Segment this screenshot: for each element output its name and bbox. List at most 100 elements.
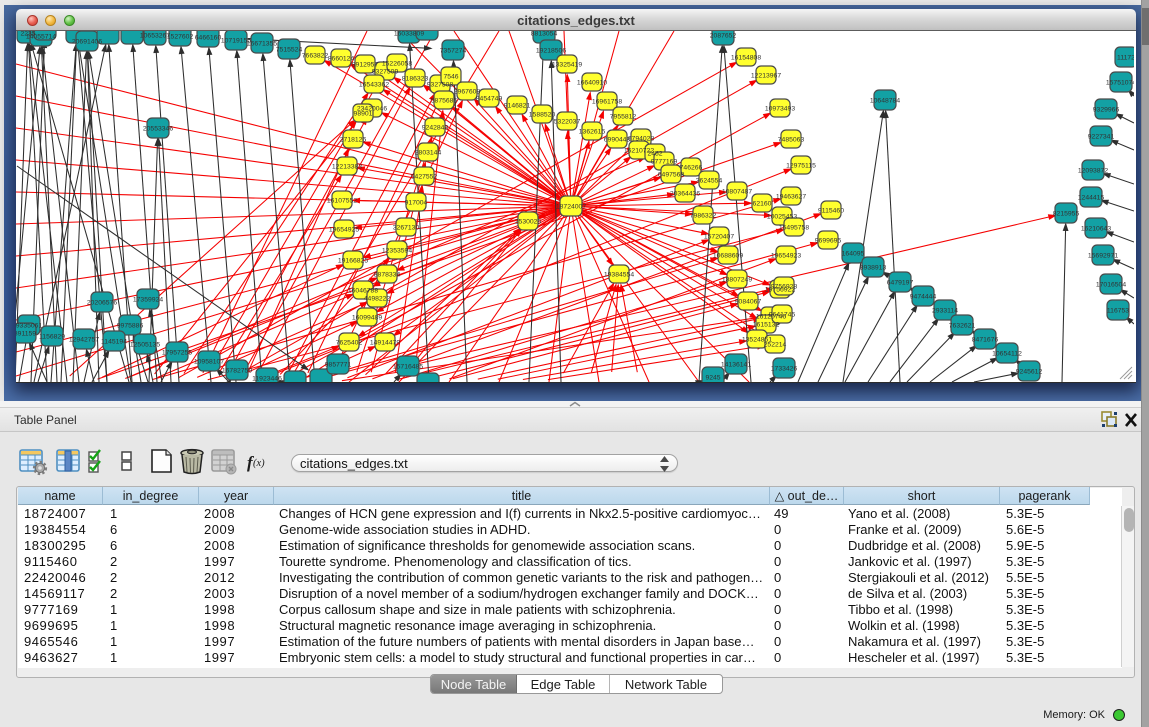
- svg-text:1588520: 1588520: [529, 112, 556, 119]
- svg-text:9115460: 9115460: [818, 208, 844, 215]
- svg-text:(x): (x): [253, 458, 265, 469]
- svg-text:14914479: 14914479: [370, 340, 400, 347]
- svg-text:17957255: 17957255: [162, 350, 192, 357]
- svg-text:14136141: 14136141: [721, 362, 751, 369]
- svg-text:9242848: 9242848: [422, 125, 449, 132]
- svg-text:12093872: 12093872: [1078, 168, 1108, 175]
- svg-text:8186323: 8186323: [402, 76, 429, 83]
- svg-text:9327508: 9327508: [427, 82, 454, 89]
- svg-text:2452: 2452: [647, 151, 662, 158]
- svg-text:8938913: 8938913: [860, 265, 887, 272]
- svg-text:1362615: 1362615: [579, 129, 606, 136]
- svg-text:16046788: 16046788: [348, 288, 378, 295]
- svg-text:16107552: 16107552: [327, 198, 357, 205]
- svg-text:6497568: 6497568: [658, 172, 685, 179]
- svg-text:13325419: 13325419: [552, 62, 582, 69]
- svg-text:1527602: 1527602: [167, 34, 194, 41]
- svg-text:9857771: 9857771: [325, 362, 352, 369]
- svg-text:11923446: 11923446: [252, 376, 282, 383]
- svg-text:10025453: 10025453: [767, 214, 797, 221]
- svg-text:1244415: 1244415: [1078, 195, 1105, 202]
- svg-text:4498222: 4498222: [364, 296, 391, 303]
- svg-text:3624554: 3624554: [696, 178, 723, 185]
- svg-text:62160: 62160: [753, 201, 772, 208]
- svg-text:8813054: 8813054: [531, 31, 558, 38]
- svg-text:16640910: 16640910: [577, 80, 607, 87]
- svg-text:9975886: 9975886: [117, 323, 144, 330]
- svg-text:1145194: 1145194: [101, 339, 127, 346]
- svg-text:9335061: 9335061: [16, 323, 42, 330]
- svg-text:17359924: 17359924: [133, 297, 163, 304]
- svg-text:8660124: 8660124: [328, 56, 355, 63]
- svg-text:12505135: 12505135: [130, 342, 160, 349]
- svg-text:7986322: 7986322: [690, 213, 717, 220]
- svg-text:16033809: 16033809: [394, 31, 424, 38]
- svg-text:20364436: 20364436: [670, 191, 700, 198]
- svg-text:9474444: 9474444: [910, 294, 937, 301]
- svg-text:6466160: 6466160: [195, 35, 222, 42]
- svg-text:116753: 116753: [1107, 308, 1129, 315]
- svg-text:9777169: 9777169: [651, 159, 678, 166]
- svg-text:20553346: 20553346: [143, 126, 173, 133]
- svg-text:14055714: 14055714: [26, 34, 56, 41]
- svg-text:7357274: 7357274: [440, 48, 467, 55]
- svg-text:20206576: 20206576: [87, 300, 117, 307]
- svg-text:746266: 746266: [680, 165, 703, 172]
- svg-text:9699695: 9699695: [815, 238, 842, 245]
- svg-text:12353594: 12353594: [382, 248, 412, 255]
- svg-text:16543362: 16543362: [359, 82, 389, 89]
- svg-text:2803144: 2803144: [415, 150, 442, 157]
- svg-text:391159: 391159: [16, 331, 36, 338]
- svg-text:7485063: 7485063: [778, 137, 805, 144]
- svg-text:19654925: 19654925: [329, 227, 359, 234]
- svg-text:2718126: 2718126: [340, 137, 367, 144]
- svg-text:16210643: 16210643: [1081, 226, 1111, 233]
- svg-text:12213383: 12213383: [332, 164, 362, 171]
- svg-text:9146821: 9146821: [504, 103, 531, 110]
- svg-text:164095: 164095: [842, 251, 865, 258]
- svg-text:12213967: 12213967: [751, 73, 781, 80]
- svg-text:12975115: 12975115: [786, 163, 816, 170]
- svg-text:7955812: 7955812: [610, 114, 637, 121]
- svg-text:8471676: 8471676: [972, 337, 999, 344]
- svg-text:18724007: 18724007: [556, 204, 586, 211]
- svg-text:2087652: 2087652: [710, 33, 737, 40]
- svg-text:2933114: 2933114: [932, 308, 958, 315]
- svg-text:1615132: 1615132: [753, 322, 780, 329]
- svg-text:15716485: 15716485: [393, 364, 423, 371]
- svg-text:19463627: 19463627: [776, 194, 806, 201]
- svg-text:16099489: 16099489: [352, 315, 382, 322]
- svg-text:5322037: 5322037: [554, 119, 581, 126]
- svg-text:9245: 9245: [705, 375, 720, 382]
- svg-text:12942757: 12942757: [69, 337, 99, 344]
- svg-text:8912957: 8912957: [352, 62, 379, 69]
- svg-text:1156829: 1156829: [39, 334, 65, 341]
- svg-text:20691406: 20691406: [72, 39, 102, 46]
- svg-text:16782759: 16782759: [222, 368, 252, 375]
- svg-text:7515524: 7515524: [276, 47, 303, 54]
- svg-text:8454749: 8454749: [476, 96, 503, 103]
- svg-text:19654923: 19654923: [771, 253, 801, 260]
- svg-text:15495758: 15495758: [779, 225, 809, 232]
- svg-text:917004: 917004: [405, 200, 428, 207]
- svg-text:9329966: 9329966: [1093, 107, 1120, 114]
- svg-text:10653267: 10653267: [140, 33, 170, 40]
- svg-text:16961758: 16961758: [592, 99, 622, 106]
- svg-text:15720407: 15720407: [704, 234, 734, 241]
- svg-text:7632621: 7632621: [949, 323, 976, 330]
- svg-text:8878334: 8878334: [374, 272, 401, 279]
- svg-text:9245612: 9245612: [1016, 369, 1043, 376]
- svg-text:18807249: 18807249: [722, 277, 752, 284]
- svg-text:10807487: 10807487: [722, 189, 752, 196]
- svg-text:16671355: 16671355: [247, 41, 277, 48]
- svg-text:2967608: 2967608: [454, 89, 481, 96]
- svg-text:15226058: 15226058: [382, 61, 412, 68]
- svg-text:10648784: 10648784: [870, 98, 900, 105]
- svg-text:5875685: 5875685: [431, 98, 458, 105]
- svg-text:19166825: 19166825: [338, 258, 368, 265]
- svg-text:7663822: 7663822: [302, 53, 329, 60]
- svg-text:11172: 11172: [1117, 55, 1134, 62]
- svg-text:10958107: 10958107: [194, 359, 224, 366]
- svg-text:6990448: 6990448: [604, 137, 631, 144]
- svg-text:9756928: 9756928: [771, 284, 798, 291]
